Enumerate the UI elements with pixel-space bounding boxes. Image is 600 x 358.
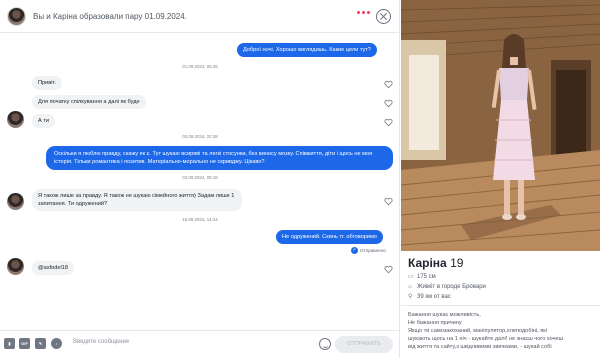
profile-distance-label: 39 км от вас (417, 294, 451, 300)
smile-icon[interactable] (319, 338, 331, 350)
profile-age: 19 (450, 256, 464, 270)
bio-line: Якщо ти самозакоханий, маніпулятор,хлепо… (408, 328, 547, 334)
heart-icon[interactable] (384, 118, 393, 127)
message-timestamp: 03.09.2024, 09:18 (182, 175, 218, 180)
ruler-icon: ▭ (408, 274, 414, 280)
check-icon: ✓ (351, 247, 358, 254)
profile-name: Каріна 19 (408, 256, 463, 270)
attachment-icon[interactable]: ▮ (4, 338, 15, 349)
message-outgoing: Доброї ночі. Хорошо виглядишь. Какие цел… (237, 43, 377, 57)
bio-line: Бажання шукає можливість, (408, 312, 481, 318)
chat-panel: Вы и Каріна образовали пару 01.09.2024. … (0, 0, 400, 358)
avatar[interactable] (7, 6, 26, 26)
more-icon[interactable] (357, 11, 370, 14)
bio-line: від життя та сайту,з шкідливими звичками… (408, 344, 552, 350)
profile-location-label: Живёт в городе Бровари (417, 284, 486, 290)
message-incoming: Привіт. (32, 76, 62, 90)
heart-icon[interactable] (384, 80, 393, 89)
message-incoming: Для початку спілкування а далі як буде (32, 95, 146, 109)
profile-panel: Каріна 19 ▭ 175 см ⌂ Живёт в городе Бров… (401, 0, 600, 358)
profile-photo[interactable] (401, 0, 600, 251)
gif-button[interactable]: GIF (19, 338, 30, 349)
message-input[interactable]: Введите сообщение (73, 339, 129, 345)
heart-icon[interactable] (384, 99, 393, 108)
divider (401, 305, 600, 306)
profile-distance: ⚲ 39 км от вас (408, 294, 451, 300)
close-icon[interactable] (376, 9, 391, 24)
avatar[interactable] (7, 258, 24, 275)
message-timestamp: 01.09.2024, 05:45 (182, 64, 218, 69)
app: Вы и Каріна образовали пару 01.09.2024. … (0, 0, 600, 358)
seen-status: ✓ Отправлено (351, 247, 386, 254)
profile-bio: Бажання шукає можливість, Не бажання при… (408, 311, 598, 351)
avatar[interactable] (7, 111, 24, 128)
heart-icon[interactable] (384, 265, 393, 274)
profile-location: ⌂ Живёт в городе Бровари (408, 284, 486, 290)
seen-label: Отправлено (360, 248, 386, 253)
message-outgoing: Не одружений. Скинь тг. обговоримо (276, 230, 383, 244)
profile-height: ▭ 175 см (408, 274, 436, 280)
avatar[interactable] (7, 193, 24, 210)
home-icon: ⌂ (408, 284, 412, 290)
message-timestamp: 02.09.2024, 22:38 (182, 134, 218, 139)
sticker-icon[interactable]: ✎ (35, 338, 46, 349)
message-outgoing: Оскільки я люблю правду, скажу як є. Тут… (46, 146, 393, 170)
heart-icon[interactable] (384, 197, 393, 206)
message-incoming: Я також лише за правду. Я також не шукаю… (32, 189, 242, 211)
pin-icon: ⚲ (408, 294, 413, 300)
profile-first-name: Каріна (408, 256, 447, 270)
chat-header: Вы и Каріна образовали пару 01.09.2024. (0, 0, 400, 33)
message-timestamp: 15.09.2024, 14:24 (182, 217, 218, 222)
send-button[interactable]: ОТПРАВИТЬ (335, 336, 393, 353)
bio-line: шукають щось на 1 ніч - шукайте далі! не… (408, 336, 564, 342)
music-icon[interactable]: ♪ (51, 338, 62, 349)
profile-height-label: 175 см (417, 274, 436, 280)
message-incoming: @asfodel18 (32, 261, 74, 275)
bio-line: Не бажання причину (408, 320, 462, 326)
message-incoming: А ти (32, 114, 55, 128)
match-title: Вы и Каріна образовали пару 01.09.2024. (33, 11, 187, 21)
